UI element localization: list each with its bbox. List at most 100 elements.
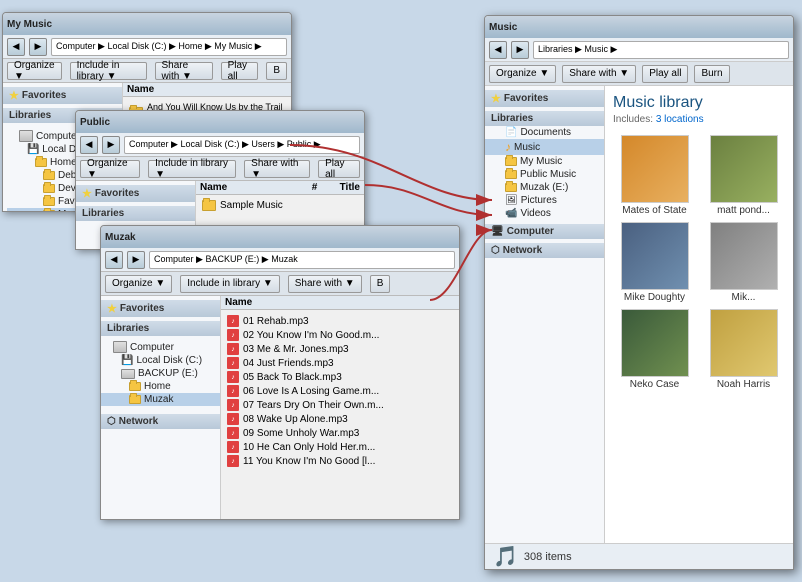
share-with-btn[interactable]: Share with ▼ [244,160,310,178]
file-name: 07 Tears Dry On Their Own.m... [243,400,384,411]
documents-item[interactable]: 📄 Documents [485,126,604,139]
includes-link[interactable]: 3 locations [656,114,704,125]
muzak-window[interactable]: Muzak ◀ ▶ Computer ▶ BACKUP (E:) ▶ Muzak… [100,225,460,520]
back-button[interactable]: ◀ [489,41,507,59]
organize-btn[interactable]: Organize ▼ [7,62,62,80]
music-item[interactable]: ♪ Music [485,139,604,155]
burn-btn[interactable]: B [266,62,287,80]
videos-item[interactable]: 📹 Videos [485,207,604,220]
back-button[interactable]: ◀ [105,251,123,269]
list-item[interactable]: ♪ 01 Rehab.mp3 [225,314,455,328]
libraries-header[interactable]: Libraries [76,206,195,221]
album-grid: Mates of State matt pond... Mike Doughty… [613,135,785,390]
muzak-item[interactable]: Muzak (E:) [485,181,604,194]
list-item[interactable]: ♪06 Love Is A Losing Game.m... [225,384,455,398]
ml-path[interactable]: Libraries ▶ Music ▶ [533,41,789,59]
album-cover [621,309,689,377]
file-name: 01 Rehab.mp3 [243,316,309,327]
album-item[interactable]: Mates of State [613,135,696,216]
list-item[interactable]: ♪09 Some Unholy War.mp3 [225,426,455,440]
computer-node[interactable]: Computer [101,340,220,354]
list-item[interactable]: Sample Music [200,199,360,212]
folder-icon [202,200,216,211]
list-item[interactable]: ♪10 He Can Only Hold Her.m... [225,440,455,454]
win1-path[interactable]: Computer ▶ Local Disk (C:) ▶ Home ▶ My M… [51,38,287,56]
forward-button[interactable]: ▶ [102,136,120,154]
share-with-btn[interactable]: Share with ▼ [155,62,213,80]
list-item[interactable]: ♪11 You Know I'm No Good [l... [225,454,455,468]
list-item[interactable]: ♪ 02 You Know I'm No Good.m... [225,328,455,342]
win3-filelist: ♪ 01 Rehab.mp3 ♪ 02 You Know I'm No Good.m… [221,310,459,472]
music-library-window[interactable]: Music ◀ ▶ Libraries ▶ Music ▶ Organize ▼… [484,15,794,570]
share-with-btn[interactable]: Share with ▼ [562,65,636,83]
win3-titlebar: Muzak [101,226,459,248]
album-item[interactable]: Neko Case [613,309,696,390]
list-item[interactable]: ♪04 Just Friends.mp3 [225,356,455,370]
file-name: 05 Back To Black.mp3 [243,372,342,383]
list-item[interactable]: ♪03 Me & Mr. Jones.mp3 [225,342,455,356]
album-label: Mates of State [622,205,686,216]
local-disk-node[interactable]: 💾 Local Disk (C:) [101,354,220,367]
play-all-btn[interactable]: Play all [642,65,688,83]
album-cover [621,135,689,203]
ml-includes: Includes: 3 locations [613,114,785,125]
favorites-header[interactable]: ★ Favorites [101,300,220,317]
album-item[interactable]: matt pond... [702,135,785,216]
hash-col: # [312,182,340,193]
organize-btn[interactable]: Organize ▼ [80,160,140,178]
list-item[interactable]: ♪08 Wake Up Alone.mp3 [225,412,455,426]
share-with-btn[interactable]: Share with ▼ [288,275,362,293]
music-file-icon: ♪ [227,315,239,327]
album-item[interactable]: Noah Harris [702,309,785,390]
libraries-header[interactable]: Libraries [485,111,604,126]
album-item[interactable]: Mike Doughty [613,222,696,303]
favorites-header[interactable]: ★ Favorites [485,90,604,107]
home-node[interactable]: Home [101,380,220,393]
organize-btn[interactable]: Organize ▼ [489,65,556,83]
burn-btn[interactable]: B [370,275,391,293]
win3-path[interactable]: Computer ▶ BACKUP (E:) ▶ Muzak [149,251,455,269]
win3-toolbar: Organize ▼ Include in library ▼ Share wi… [101,272,459,296]
win3-addressbar: ◀ ▶ Computer ▶ BACKUP (E:) ▶ Muzak [101,248,459,272]
list-item[interactable]: ♪05 Back To Black.mp3 [225,370,455,384]
list-item[interactable]: ♪07 Tears Dry On Their Own.m... [225,398,455,412]
favorites-header[interactable]: ★ Favorites [76,185,195,202]
library-icon: 🎵 [493,544,518,569]
forward-button[interactable]: ▶ [511,41,529,59]
organize-btn[interactable]: Organize ▼ [105,275,172,293]
include-library-btn[interactable]: Include in library ▼ [70,62,147,80]
burn-btn[interactable]: Burn [694,65,729,83]
album-label: Neko Case [630,379,679,390]
forward-button[interactable]: ▶ [127,251,145,269]
forward-button[interactable]: ▶ [29,38,47,56]
win2-path[interactable]: Computer ▶ Local Disk (C:) ▶ Users ▶ Pub… [124,136,360,154]
status-count: 308 items [524,551,572,563]
file-name: 09 Some Unholy War.mp3 [243,428,359,439]
include-library-btn[interactable]: Include in library ▼ [148,160,236,178]
win2-filelist: Sample Music [196,195,364,216]
music-file-icon: ♪ [227,329,239,341]
ml-titlebar: Music [485,16,793,38]
file-name: 02 You Know I'm No Good.m... [243,330,379,341]
backup-node[interactable]: BACKUP (E:) [101,367,220,380]
back-button[interactable]: ◀ [7,38,25,56]
network-header[interactable]: ⬡ Network [101,414,220,429]
back-button[interactable]: ◀ [80,136,98,154]
publicmusic-item[interactable]: Public Music [485,168,604,181]
play-all-btn[interactable]: Play all [221,62,259,80]
file-name: 06 Love Is A Losing Game.m... [243,386,379,397]
file-name: 10 He Can Only Hold Her.m... [243,442,375,453]
favorites-header[interactable]: ★ Favorites [3,87,122,104]
computer-header[interactable]: 🖥 Computer [485,224,604,239]
network-header[interactable]: ⬡ Network [485,243,604,258]
album-item[interactable]: Mik... [702,222,785,303]
play-all-btn[interactable]: Play all [318,160,360,178]
include-library-btn[interactable]: Include in library ▼ [180,275,280,293]
pictures-item[interactable]: 🖼 Pictures [485,194,604,207]
muzak-node[interactable]: Muzak [101,393,220,406]
ml-body: ★ Favorites Libraries 📄 Documents ♪ Musi… [485,86,793,543]
libraries-header[interactable]: Libraries [101,321,220,336]
music-file-icon: ♪ [227,343,239,355]
mymusic-item[interactable]: My Music [485,155,604,168]
win2-addressbar: ◀ ▶ Computer ▶ Local Disk (C:) ▶ Users ▶… [76,133,364,157]
